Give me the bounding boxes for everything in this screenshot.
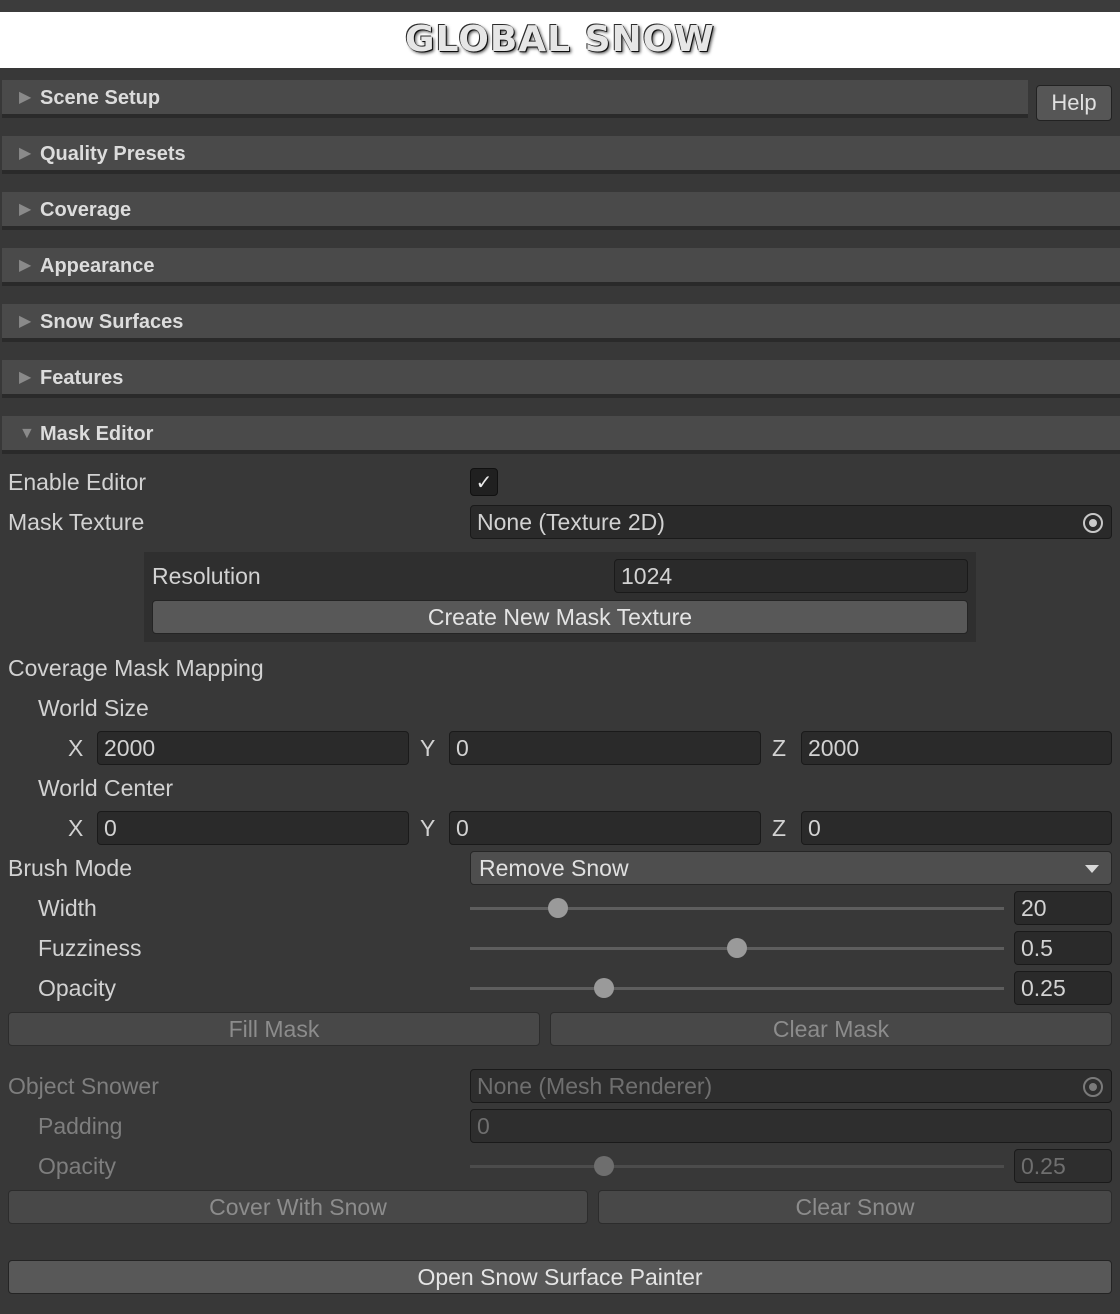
brush-mode-dropdown[interactable]: Remove Snow — [470, 851, 1112, 885]
world-size-y-label: Y — [420, 735, 436, 761]
foldout-label: Mask Editor — [40, 423, 154, 445]
object-opacity-label: Opacity — [38, 1153, 116, 1179]
brush-mode-value: Remove Snow — [479, 855, 629, 881]
width-label: Width — [38, 895, 97, 921]
foldout-coverage[interactable]: ▶ Coverage — [2, 192, 1120, 230]
foldout-quality-presets[interactable]: ▶ Quality Presets — [2, 136, 1120, 174]
enable-editor-label: Enable Editor — [8, 469, 147, 495]
world-size-x-label: X — [68, 735, 84, 761]
world-center-z-label: Z — [772, 815, 787, 841]
foldout-snow-surfaces[interactable]: ▶ Snow Surfaces — [2, 304, 1120, 342]
world-center-z-field[interactable]: 0 — [801, 811, 1112, 845]
coverage-mask-mapping-label: Coverage Mask Mapping — [8, 655, 264, 681]
world-size-z-field[interactable]: 2000 — [801, 731, 1112, 765]
help-button[interactable]: Help — [1036, 85, 1112, 121]
foldout-scene-setup[interactable]: ▶ Scene Setup — [2, 80, 1028, 118]
mask-texture-value: None (Texture 2D) — [477, 509, 665, 535]
object-snower-value: None (Mesh Renderer) — [477, 1073, 713, 1099]
object-snower-field[interactable]: None (Mesh Renderer) — [470, 1069, 1112, 1103]
world-center-label: World Center — [38, 775, 174, 801]
padding-field[interactable]: 0 — [470, 1109, 1112, 1143]
foldout-label: Appearance — [40, 255, 155, 277]
triangle-down-icon: ▼ — [19, 425, 35, 442]
foldout-label: Quality Presets — [40, 143, 186, 165]
fill-mask-button[interactable]: Fill Mask — [8, 1012, 540, 1046]
object-opacity-slider-knob[interactable] — [593, 1156, 614, 1176]
width-slider-knob[interactable] — [548, 898, 569, 918]
object-opacity-field[interactable]: 0.25 — [1014, 1149, 1112, 1183]
create-mask-texture-button[interactable]: Create New Mask Texture — [152, 600, 968, 634]
resolution-label: Resolution — [152, 563, 261, 589]
mask-texture-label: Mask Texture — [8, 509, 145, 535]
checkmark-icon: ✓ — [475, 472, 493, 494]
enable-editor-checkbox[interactable]: ✓ — [470, 468, 498, 496]
world-center-y-label: Y — [420, 815, 436, 841]
resolution-field[interactable]: 1024 — [614, 559, 968, 593]
foldout-features[interactable]: ▶ Features — [2, 360, 1120, 398]
opacity-slider-track[interactable] — [470, 987, 1004, 990]
foldout-label: Features — [40, 367, 124, 389]
fuzziness-slider-knob[interactable] — [727, 938, 747, 958]
fuzziness-field[interactable]: 0.5 — [1014, 931, 1112, 965]
mask-texture-field[interactable]: None (Texture 2D) — [470, 505, 1112, 539]
triangle-right-icon: ▶ — [19, 89, 32, 106]
object-picker-icon[interactable] — [1083, 513, 1103, 533]
width-field[interactable]: 20 — [1014, 891, 1112, 925]
foldout-appearance[interactable]: ▶ Appearance — [2, 248, 1120, 286]
logo-text: GLOBAL SNOW — [405, 19, 715, 60]
object-snower-label: Object Snower — [8, 1073, 159, 1099]
fuzziness-label: Fuzziness — [38, 935, 142, 961]
world-size-y-field[interactable]: 0 — [449, 731, 761, 765]
triangle-right-icon: ▶ — [19, 369, 32, 386]
cover-with-snow-button[interactable]: Cover With Snow — [8, 1190, 588, 1224]
opacity-slider-knob[interactable] — [593, 978, 614, 998]
opacity-field[interactable]: 0.25 — [1014, 971, 1112, 1005]
top-bar — [0, 0, 1120, 12]
triangle-right-icon: ▶ — [19, 257, 32, 274]
clear-snow-button[interactable]: Clear Snow — [598, 1190, 1112, 1224]
open-snow-surface-painter-button[interactable]: Open Snow Surface Painter — [8, 1260, 1112, 1294]
foldout-label: Coverage — [40, 199, 132, 221]
foldout-label: Scene Setup — [40, 87, 161, 109]
foldout-mask-editor[interactable]: ▼ Mask Editor — [2, 416, 1120, 454]
brush-mode-label: Brush Mode — [8, 855, 133, 881]
world-size-z-label: Z — [772, 735, 787, 761]
triangle-right-icon: ▶ — [19, 201, 32, 218]
foldout-label: Snow Surfaces — [40, 311, 184, 333]
world-size-x-field[interactable]: 2000 — [97, 731, 409, 765]
triangle-right-icon: ▶ — [19, 145, 32, 162]
world-center-x-field[interactable]: 0 — [97, 811, 409, 845]
world-center-y-field[interactable]: 0 — [449, 811, 761, 845]
padding-label: Padding — [38, 1113, 123, 1139]
clear-mask-button[interactable]: Clear Mask — [550, 1012, 1112, 1046]
chevron-down-icon — [1085, 865, 1099, 873]
world-size-label: World Size — [38, 695, 149, 721]
triangle-right-icon: ▶ — [19, 313, 32, 330]
object-picker-icon[interactable] — [1083, 1077, 1103, 1097]
opacity-label: Opacity — [38, 975, 116, 1001]
world-center-x-label: X — [68, 815, 84, 841]
object-opacity-slider-track[interactable] — [470, 1165, 1004, 1168]
logo-banner: GLOBAL SNOW — [0, 12, 1120, 68]
